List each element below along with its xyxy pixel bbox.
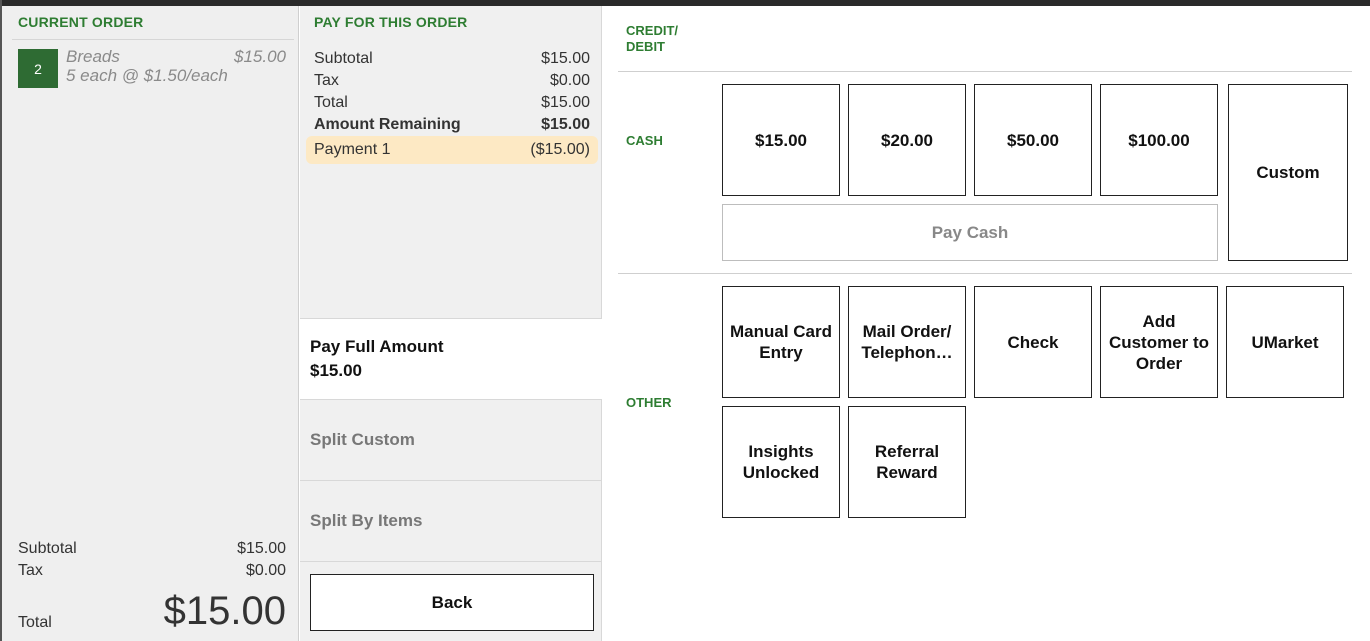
pay-cash-button[interactable]: Pay Cash [722, 204, 1218, 261]
back-button[interactable]: Back [310, 574, 594, 631]
referral-reward-button[interactable]: Referral Reward [848, 406, 966, 518]
insights-unlocked-button[interactable]: Insights Unlocked [722, 406, 840, 518]
payment-row[interactable]: Payment 1 ($15.00) [306, 136, 598, 164]
amount-remaining-value: $15.00 [541, 116, 590, 133]
pay-panel: PAY FOR THIS ORDER Subtotal $15.00 Tax $… [300, 6, 602, 641]
credit-debit-label: CREDIT/ DEBIT [626, 23, 678, 54]
cash-label: CASH [626, 133, 663, 148]
split-by-items-option[interactable]: Split By Items [300, 481, 602, 562]
mail-order-telephone-button[interactable]: Mail Order/ Telephon… [848, 286, 966, 398]
cash-50-button[interactable]: $50.00 [974, 84, 1092, 196]
quantity-badge: 2 [18, 49, 58, 88]
order-total-row: Total $15.00 [18, 586, 286, 634]
pay-full-amount-option[interactable]: Pay Full Amount $15.00 [300, 318, 602, 400]
pay-subtotal-row: Subtotal $15.00 [314, 48, 590, 70]
pay-full-label: Pay Full Amount [310, 337, 444, 356]
pay-tax-row: Tax $0.00 [314, 70, 590, 92]
item-detail: 5 each @ $1.50/each [66, 66, 228, 85]
pay-summary: Subtotal $15.00 Tax $0.00 Total $15.00 A… [314, 48, 590, 136]
subtotal-label: Subtotal [18, 540, 77, 557]
total-value: $15.00 [163, 589, 286, 633]
other-label: OTHER [626, 395, 672, 410]
divider [618, 273, 1352, 274]
amount-remaining-row: Amount Remaining $15.00 [314, 114, 590, 136]
pay-subtotal-label: Subtotal [314, 50, 373, 67]
order-totals: Subtotal $15.00 Tax $0.00 [18, 538, 286, 582]
current-order-title: CURRENT ORDER [18, 14, 144, 30]
item-price: $15.00 [234, 47, 286, 66]
order-tax-row: Tax $0.00 [18, 560, 286, 582]
custom-cash-button[interactable]: Custom [1228, 84, 1348, 261]
order-subtotal-row: Subtotal $15.00 [18, 538, 286, 560]
subtotal-value: $15.00 [237, 540, 286, 557]
pay-subtotal-value: $15.00 [541, 50, 590, 67]
tax-label: Tax [18, 562, 43, 579]
total-label: Total [18, 614, 52, 631]
payment-amount: ($15.00) [530, 141, 590, 158]
pay-total-value: $15.00 [541, 94, 590, 111]
pay-total-label: Total [314, 94, 348, 111]
check-button[interactable]: Check [974, 286, 1092, 398]
pay-full-amount: $15.00 [310, 361, 362, 380]
item-name: Breads [66, 47, 120, 66]
add-customer-button[interactable]: Add Customer to Order [1100, 286, 1218, 398]
umarket-button[interactable]: UMarket [1226, 286, 1344, 398]
pay-title: PAY FOR THIS ORDER [314, 14, 468, 30]
cash-20-button[interactable]: $20.00 [848, 84, 966, 196]
payment-label: Payment 1 [314, 141, 391, 158]
pay-total-row: Total $15.00 [314, 92, 590, 114]
pay-tax-label: Tax [314, 72, 339, 89]
manual-card-entry-button[interactable]: Manual Card Entry [722, 286, 840, 398]
divider [12, 39, 294, 40]
cash-100-button[interactable]: $100.00 [1100, 84, 1218, 196]
order-line-item[interactable]: 2 Breads $15.00 5 each @ $1.50/each [18, 47, 288, 91]
amount-remaining-label: Amount Remaining [314, 116, 461, 133]
divider [618, 71, 1352, 72]
tax-value: $0.00 [245, 562, 286, 579]
payment-methods-panel: CREDIT/ DEBIT CASH $15.00 $20.00 $50.00 … [603, 6, 1370, 641]
cash-15-button[interactable]: $15.00 [722, 84, 840, 196]
current-order-panel: CURRENT ORDER 2 Breads $15.00 5 each @ $… [2, 6, 299, 641]
pay-tax-value: $0.00 [549, 72, 590, 89]
split-custom-option[interactable]: Split Custom [300, 400, 602, 481]
